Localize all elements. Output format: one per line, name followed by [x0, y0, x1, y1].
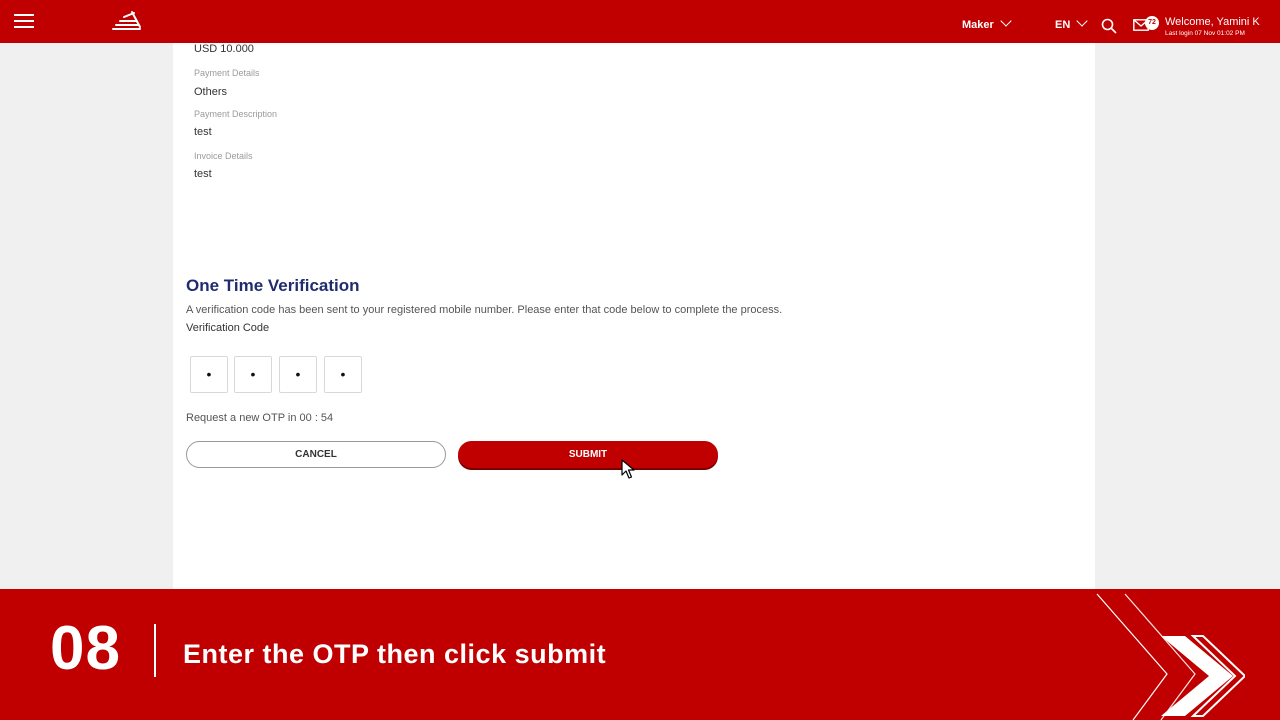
otp-digit-input-4[interactable]: • [324, 356, 362, 393]
cancel-button[interactable]: CANCEL [186, 441, 446, 468]
invoice-details-value: test [194, 168, 212, 180]
otp-digit-input-1[interactable]: • [190, 356, 228, 393]
step-instruction: Enter the OTP then click submit [183, 639, 607, 669]
role-label: Maker [962, 19, 994, 31]
submit-button[interactable]: SUBMIT [458, 441, 718, 468]
step-number: 08 [50, 614, 121, 683]
verification-code-label: Verification Code [186, 322, 270, 334]
payment-details-label: Payment Details [194, 68, 260, 78]
transaction-review-card: USD 10.000 Payment Details Others Paymen… [173, 43, 1095, 589]
chevron-down-icon [1076, 15, 1088, 27]
language-label: EN [1055, 19, 1071, 31]
invoice-details-label: Invoice Details [194, 151, 253, 161]
last-login-text: Last login 07 Nov 01:02 PM [1165, 30, 1245, 37]
payment-details-value: Others [194, 86, 228, 98]
otp-digit-input-3[interactable]: • [279, 356, 317, 393]
language-selector[interactable]: EN [1055, 15, 1088, 31]
chevron-arrows-icon [1096, 593, 1245, 720]
welcome-text[interactable]: Welcome, Yamini K [1165, 16, 1260, 28]
otp-title: One Time Verification [186, 276, 360, 295]
payment-description-value: test [194, 126, 212, 138]
amount-value: USD 10.000 [194, 43, 254, 55]
search-icon[interactable] [1101, 18, 1117, 34]
banner-divider [154, 624, 156, 677]
payment-description-label: Payment Description [194, 109, 278, 119]
bank-logo-icon[interactable] [110, 9, 144, 35]
chevron-down-icon [1000, 15, 1012, 27]
otp-message: A verification code has been sent to you… [186, 304, 783, 316]
mouse-cursor-icon [621, 459, 635, 479]
tutorial-step-banner: 08 Enter the OTP then click submit [0, 589, 1280, 720]
mail-count-badge: 72 [1145, 16, 1159, 30]
role-selector[interactable]: Maker [962, 15, 1012, 31]
menu-icon[interactable] [14, 14, 34, 28]
top-navigation-bar: Maker EN 72 Welcome, Yamini K Last login… [0, 0, 1280, 43]
otp-digit-input-2[interactable]: • [234, 356, 272, 393]
resend-otp-timer: Request a new OTP in 00 : 54 [186, 412, 334, 424]
